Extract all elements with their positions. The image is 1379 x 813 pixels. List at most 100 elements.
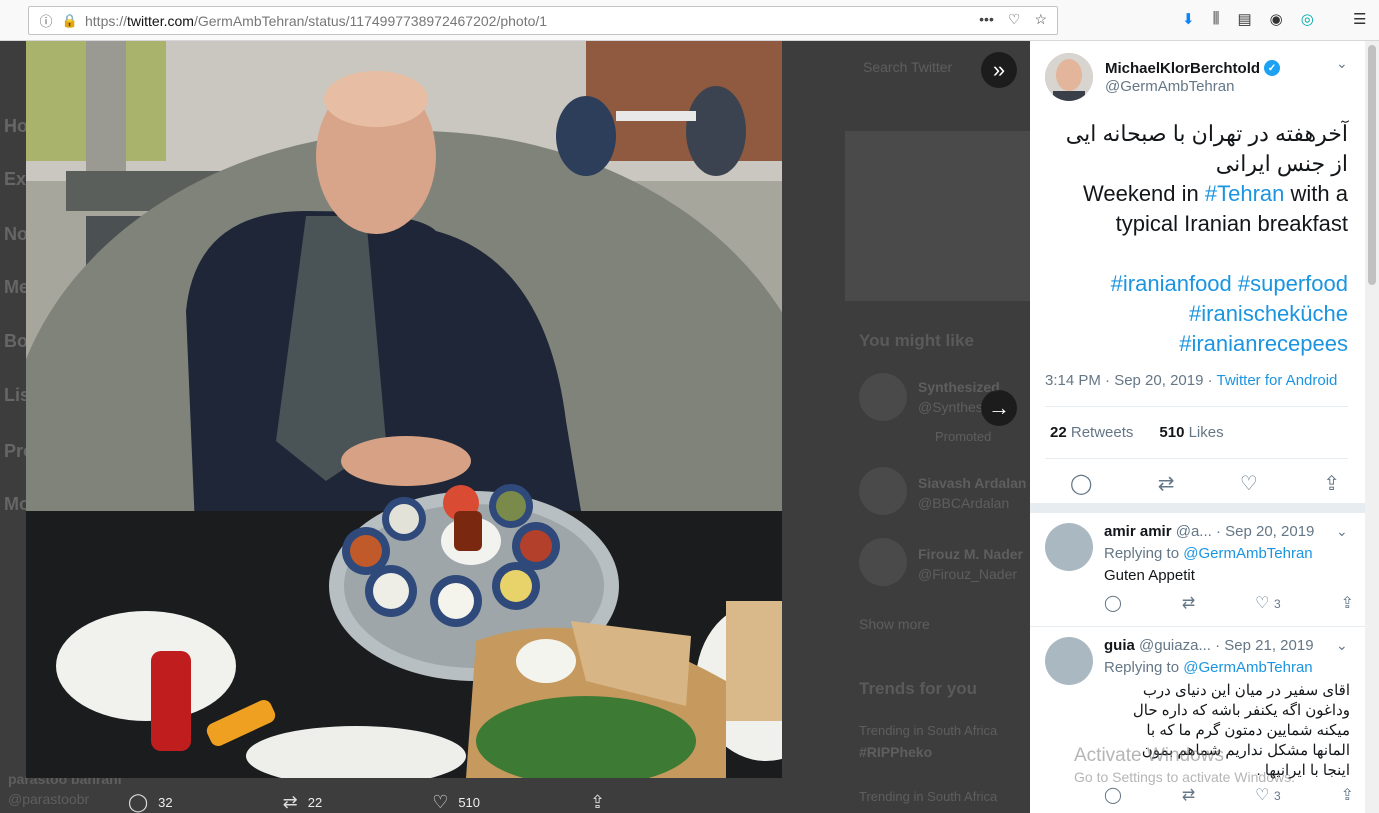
photo-next-arrow-top[interactable]: » (981, 52, 1017, 88)
reply-text: Guten Appetit (1104, 567, 1195, 584)
retweet-count: 22 (307, 795, 323, 810)
extension-icon[interactable]: ◎ (1301, 10, 1314, 28)
share-icon[interactable]: ⇪ (1341, 593, 1354, 613)
tweet-time[interactable]: 3:14 PM · Sep 20, 2019 · (1045, 372, 1217, 389)
retweets-stat[interactable]: 22 Retweets (1050, 424, 1133, 441)
photo-like-button[interactable]: ♡ 510 (432, 792, 480, 813)
hashtag-link[interactable]: #iranianrecepees (1179, 331, 1348, 356)
retweet-icon[interactable]: ⇄ (1182, 593, 1195, 613)
download-icon[interactable]: ⬇ (1182, 10, 1195, 28)
author-handle[interactable]: @GermAmbTehran (1105, 78, 1280, 95)
reply-menu-chevron-icon[interactable]: ⌄ (1336, 523, 1348, 540)
retweet-icon: ⇄ (282, 792, 298, 812)
bg-trend-context: Trending in South Africa (859, 789, 998, 804)
bg-nav-item: Bo (4, 331, 28, 351)
share-icon[interactable]: ⇪ (1341, 785, 1354, 805)
pocket-icon[interactable]: ♡ (1008, 11, 1021, 28)
bg-avatar (859, 467, 907, 515)
reply-tweet[interactable]: guia @guiaza... · Sep 21, 2019 ⌄ Replyin… (1030, 627, 1365, 813)
replying-to-link[interactable]: @GermAmbTehran (1183, 659, 1312, 676)
reply-date[interactable]: · Sep 21, 2019 (1215, 637, 1313, 654)
photo-action-bar: ◯ 32 ⇄ 22 ♡ 510 ⇪ (128, 792, 715, 813)
replying-to-label: Replying to (1104, 659, 1184, 676)
tweet-persian-line-1: آخرهفته در تهران با صبحانه ایی (1065, 121, 1348, 146)
tweet-menu-chevron-icon[interactable]: ⌄ (1336, 55, 1348, 72)
account-icon[interactable]: ◉ (1270, 10, 1283, 28)
replying-to-link[interactable]: @GermAmbTehran (1183, 545, 1312, 562)
reply-like-button[interactable]: ♡ 3 (1255, 593, 1280, 613)
reply-icon[interactable]: ◯ (1104, 593, 1122, 613)
tweet-source-link[interactable]: Twitter for Android (1217, 372, 1338, 389)
tweet-author[interactable]: MichaelKlorBerchtold ✓ @GermAmbTehran (1045, 53, 1281, 101)
reply-author-name[interactable]: guia (1104, 637, 1135, 654)
reply-like-button[interactable]: ♡ 3 (1255, 785, 1280, 805)
panel-scrollbar[interactable] (1365, 41, 1379, 813)
address-bar[interactable]: ⓘ 🔒 https://twitter.com/GermAmbTehran/st… (28, 6, 1058, 35)
reply-menu-chevron-icon[interactable]: ⌄ (1336, 637, 1348, 654)
bg-suggestion-name: Firouz M. Nader (918, 546, 1024, 562)
reply-author-handle[interactable]: @a... (1176, 523, 1212, 540)
sidebar-icon[interactable]: ▤ (1237, 10, 1251, 28)
lock-icon[interactable]: 🔒 (61, 13, 79, 29)
reply-action-bar: ◯ ⇄ ♡ 3 ⇪ (1104, 593, 1354, 613)
bg-suggestion-handle: @Firouz_Nader (918, 566, 1018, 582)
menu-icon[interactable]: ☰ (1353, 10, 1366, 28)
tweet-text: آخرهفته در تهران با صبحانه ایی از جنس ای… (1045, 119, 1348, 359)
tweet-timestamp-line: 3:14 PM · Sep 20, 2019 · Twitter for And… (1045, 372, 1337, 389)
hashtag-link[interactable]: #superfood (1238, 271, 1348, 296)
likes-stat[interactable]: 510 Likes (1159, 424, 1223, 441)
reply-action-bar: ◯ ⇄ ♡ 3 ⇪ (1104, 785, 1354, 805)
share-icon[interactable]: ⇪ (1323, 471, 1340, 496)
like-count: 510 (458, 795, 481, 810)
reply-icon[interactable]: ◯ (1104, 785, 1122, 805)
activate-windows-watermark: Activate Windows Go to Settings to activ… (1074, 745, 1295, 785)
bg-trend-context: Trending in South Africa (859, 723, 998, 738)
photo-retweet-button[interactable]: ⇄ 22 (283, 792, 323, 813)
author-avatar[interactable] (1045, 53, 1093, 101)
tweet-persian-line-2: از جنس ایرانی (1215, 151, 1348, 176)
bg-nav-item: No (4, 224, 28, 244)
photo-share-button[interactable]: ⇪ (590, 792, 605, 813)
hashtag-tehran-link[interactable]: #Tehran (1205, 181, 1285, 206)
share-icon: ⇪ (590, 792, 606, 812)
bg-nav-item: Ex (4, 169, 27, 189)
info-icon[interactable]: ⓘ (37, 11, 55, 30)
reply-icon[interactable]: ◯ (1070, 471, 1092, 496)
reply-author-handle[interactable]: @guiaza... (1139, 637, 1211, 654)
heart-icon: ♡ (432, 792, 449, 812)
page-actions-icon[interactable]: ••• (979, 11, 994, 28)
heart-icon[interactable]: ♡ (1240, 471, 1258, 496)
bg-trend-name: #RIPPheko (859, 744, 933, 760)
replies-separator (1030, 503, 1365, 513)
bg-trends-title: Trends for you (859, 679, 978, 698)
tweet-photo[interactable] (26, 41, 782, 778)
retweet-icon[interactable]: ⇄ (1158, 471, 1175, 496)
reply-avatar[interactable] (1045, 523, 1093, 571)
library-icon[interactable]: ⫼ (1213, 10, 1220, 28)
reply-tweet[interactable]: amir amir @a... · Sep 20, 2019 ⌄ Replyin… (1030, 513, 1365, 627)
reply-avatar[interactable] (1045, 637, 1093, 685)
tweet-english-line-2: typical Iranian breakfast (1115, 211, 1348, 236)
reply-date[interactable]: · Sep 20, 2019 (1216, 523, 1314, 540)
tweet-action-bar: ◯ ⇄ ♡ ⇪ (1070, 471, 1340, 496)
reply-like-count: 3 (1273, 597, 1281, 611)
browser-toolbar: ⓘ 🔒 https://twitter.com/GermAmbTehran/st… (0, 0, 1379, 41)
bg-promoted: Promoted (935, 429, 992, 444)
retweet-icon[interactable]: ⇄ (1182, 785, 1195, 805)
tweet-stats: 22 Retweets 510 Likes (1050, 424, 1224, 441)
photo-reply-button[interactable]: ◯ 32 (128, 792, 173, 813)
bg-nav-item: Ho (4, 116, 28, 136)
bg-suggestion-handle: @BBCArdalan (918, 495, 1010, 511)
reply-like-count: 3 (1273, 789, 1281, 803)
background-nav: Ho Ex No Me Bo Lis Pro Mo (0, 41, 34, 813)
reply-author-name[interactable]: amir amir (1104, 523, 1172, 540)
tweet-english-line-1: Weekend in #Tehran with a (1082, 181, 1348, 206)
next-photo-arrow-icon[interactable]: → (981, 390, 1017, 426)
hashtag-link[interactable]: #iranischeküche (1189, 301, 1348, 326)
scrollbar-thumb[interactable] (1368, 45, 1376, 285)
hashtag-link[interactable]: #iranianfood (1111, 271, 1232, 296)
bookmark-star-icon[interactable]: ☆ (1034, 11, 1047, 28)
url-text[interactable]: https://twitter.com/GermAmbTehran/status… (85, 13, 547, 29)
author-name[interactable]: MichaelKlorBerchtold (1105, 60, 1260, 77)
bg-bottom-handle: @parastoobr (8, 791, 90, 807)
